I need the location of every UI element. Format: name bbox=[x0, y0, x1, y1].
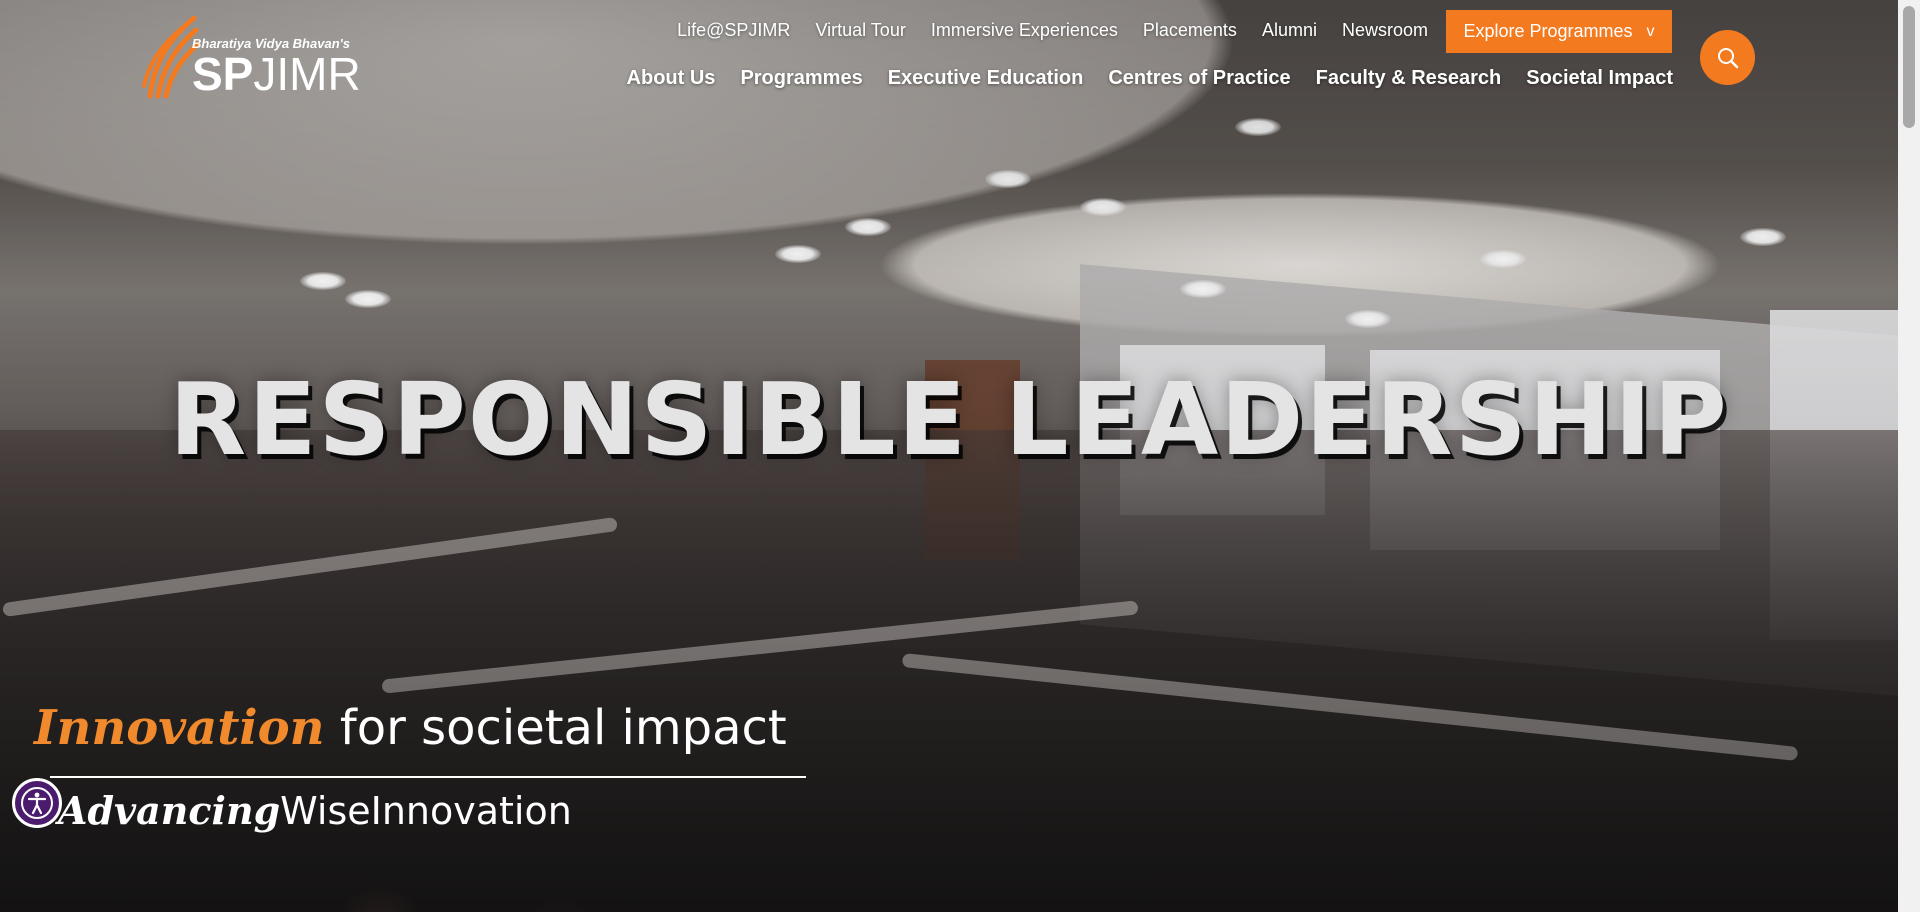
tagline-rest: for societal impact bbox=[324, 700, 787, 756]
utility-link-newsroom[interactable]: Newsroom bbox=[1342, 20, 1428, 41]
tagline-divider bbox=[50, 776, 806, 778]
logo-wordmark: SPJIMR bbox=[192, 50, 361, 98]
spjimr-logo[interactable]: Bharatiya Vidya Bhavan's SPJIMR bbox=[142, 16, 372, 102]
search-button[interactable] bbox=[1700, 30, 1755, 85]
scrollbar-thumb[interactable] bbox=[1903, 6, 1915, 128]
explore-programmes-button[interactable]: Explore Programmes v bbox=[1446, 10, 1672, 53]
utility-link-virtual-tour[interactable]: Virtual Tour bbox=[815, 20, 905, 41]
explore-programmes-label: Explore Programmes bbox=[1463, 21, 1633, 41]
main-nav: About Us Programmes Executive Education … bbox=[602, 67, 1673, 90]
utility-link-immersive[interactable]: Immersive Experiences bbox=[931, 20, 1118, 41]
utility-nav: Life@SPJIMR Virtual Tour Immersive Exper… bbox=[652, 20, 1428, 41]
nav-faculty-research[interactable]: Faculty & Research bbox=[1316, 67, 1502, 90]
nav-about-us[interactable]: About Us bbox=[627, 67, 716, 90]
tagline-accent: Innovation bbox=[34, 700, 325, 756]
hero-heading: RESPONSIBLE LEADERSHIP bbox=[169, 361, 1729, 478]
nav-centres-of-practice[interactable]: Centres of Practice bbox=[1108, 67, 1290, 90]
accessibility-button[interactable] bbox=[12, 778, 62, 828]
scrollbar[interactable] bbox=[1898, 0, 1920, 912]
subline-rest: WiseInnovation bbox=[280, 789, 572, 833]
logo-wordmark-bold: SP bbox=[192, 48, 254, 100]
utility-link-life[interactable]: Life@SPJIMR bbox=[677, 20, 790, 41]
utility-link-placements[interactable]: Placements bbox=[1143, 20, 1237, 41]
chevron-down-icon: v bbox=[1646, 22, 1655, 40]
nav-programmes[interactable]: Programmes bbox=[740, 67, 862, 90]
nav-executive-education[interactable]: Executive Education bbox=[888, 67, 1084, 90]
hero-subline: AdvancingWiseInnovation bbox=[58, 788, 572, 833]
utility-link-alumni[interactable]: Alumni bbox=[1262, 20, 1317, 41]
nav-societal-impact[interactable]: Societal Impact bbox=[1526, 67, 1673, 90]
accessibility-icon bbox=[21, 787, 53, 819]
hero-tagline: Innovation for societal impact bbox=[34, 700, 787, 756]
logo-wordmark-regular: JIMR bbox=[253, 48, 361, 100]
subline-emphasis: Advancing bbox=[58, 788, 281, 833]
search-icon bbox=[1717, 47, 1738, 68]
